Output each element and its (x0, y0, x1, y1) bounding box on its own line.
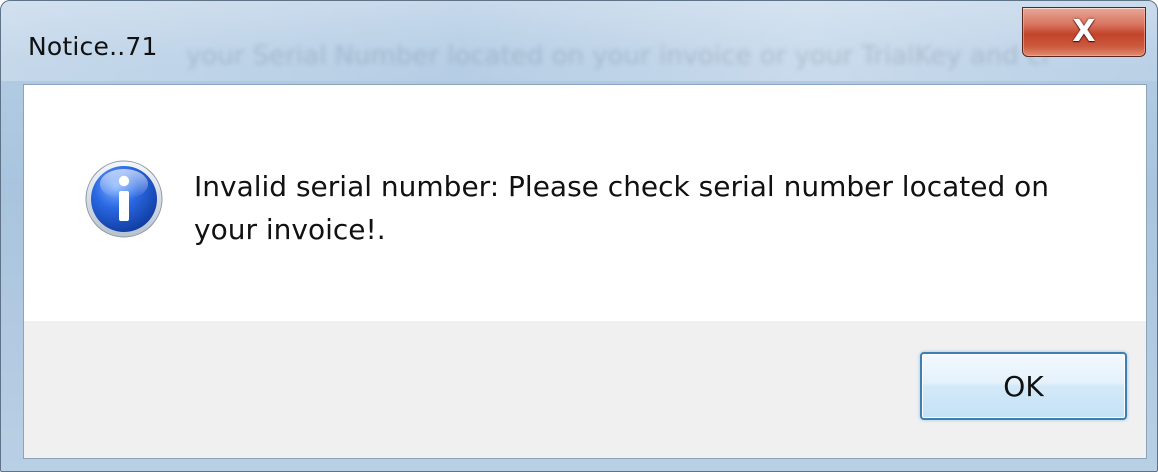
ok-button[interactable]: OK (920, 352, 1127, 420)
message-line-1: Invalid serial number: Please check seri… (194, 170, 1050, 203)
dialog-title: Notice..71 (28, 32, 158, 61)
dialog-window: your Serial Number located on your invoi… (0, 0, 1158, 472)
info-icon (85, 160, 163, 238)
dialog-message: Invalid serial number: Please check seri… (194, 165, 1094, 251)
close-button[interactable]: X (1022, 7, 1146, 57)
message-line-2: your invoice!. (194, 213, 386, 246)
close-icon: X (1072, 14, 1096, 49)
background-window-text: your Serial Number located on your invoi… (186, 41, 1046, 71)
message-area: Invalid serial number: Please check seri… (24, 85, 1146, 321)
dialog-client-area: Invalid serial number: Please check seri… (23, 84, 1147, 459)
